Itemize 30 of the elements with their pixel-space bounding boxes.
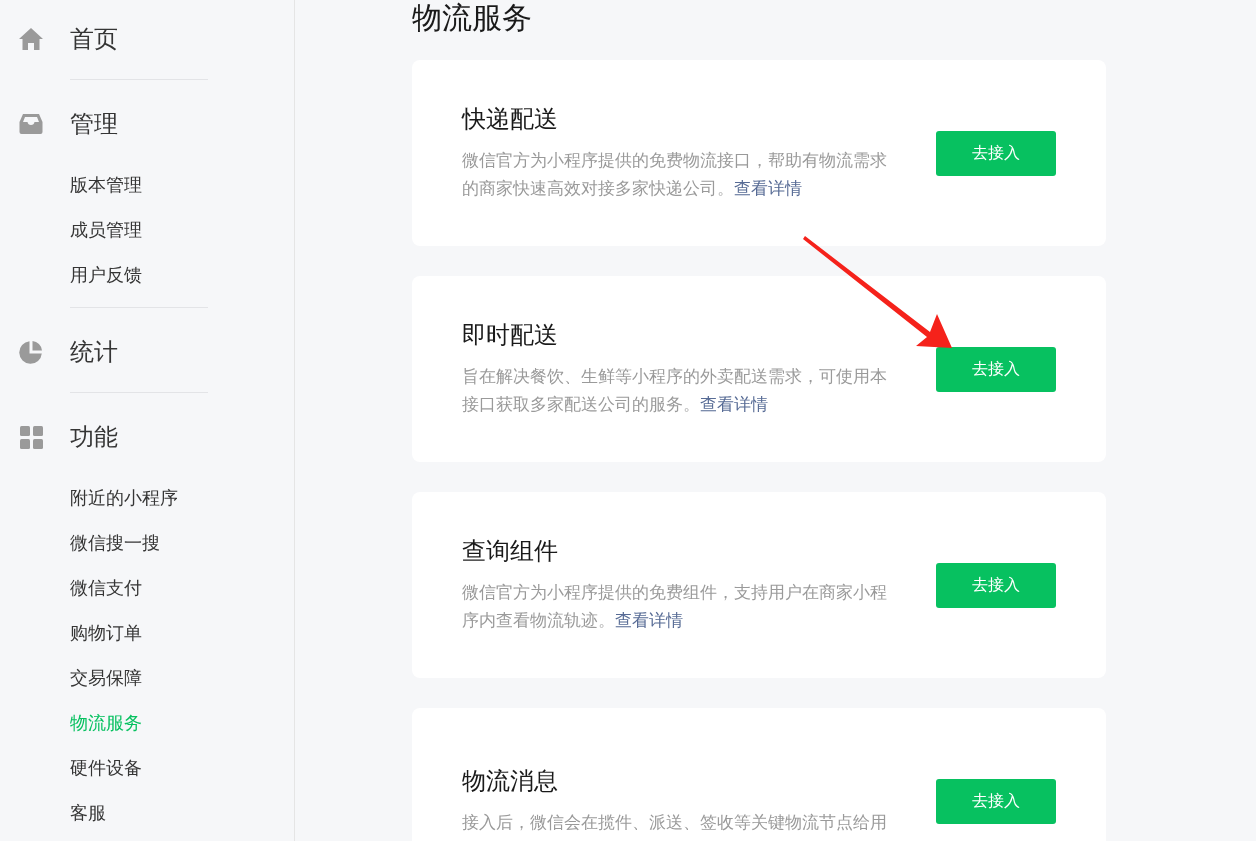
nav-item[interactable]: 微信支付 (70, 577, 142, 598)
service-title: 查询组件 (462, 536, 559, 566)
inbox-icon (19, 113, 43, 135)
nav-section-label[interactable]: 统计 (70, 336, 118, 368)
nav-item[interactable]: 交易保障 (70, 667, 142, 688)
service-description: 接入后，微信会在揽件、派送、签收等关键物流节点给用 (462, 811, 888, 834)
details-link[interactable]: 查看详情 (615, 610, 683, 630)
service-description: 旨在解决餐饮、生鲜等小程序的外卖配送需求，可使用本接口获取多家配送公司的服务。查看详情 (462, 365, 888, 416)
details-link[interactable]: 查看详情 (734, 178, 802, 198)
page-heading: 物流服务 (412, 0, 533, 36)
nav-item[interactable]: 版本管理 (70, 174, 142, 195)
home-icon (18, 27, 44, 51)
details-link[interactable]: 查看详情 (700, 394, 768, 414)
service-title: 物流消息 (462, 766, 559, 796)
nav-item[interactable]: 用户反馈 (70, 264, 142, 285)
nav-item[interactable]: 硬件设备 (70, 757, 142, 778)
nav-item[interactable]: 购物订单 (70, 622, 142, 643)
nav-item[interactable]: 附近的小程序 (70, 487, 178, 508)
grid-icon (19, 425, 43, 449)
nav-section-label[interactable]: 功能 (70, 421, 118, 453)
nav-section-label[interactable]: 首页 (70, 23, 118, 55)
nav-item[interactable]: 微信搜一搜 (70, 532, 160, 553)
service-title: 快递配送 (462, 104, 559, 134)
nav-section-label[interactable]: 管理 (70, 108, 118, 140)
nav-item[interactable]: 客服 (70, 802, 106, 823)
service-title: 即时配送 (462, 320, 559, 350)
service-description: 微信官方为小程序提供的免费物流接口，帮助有物流需求的商家快速高效对接多家快递公司。查看详情 (462, 149, 888, 200)
service-description: 微信官方为小程序提供的免费组件，支持用户在商家小程序内查看物流轨迹。查看详情 (462, 581, 888, 632)
pie-chart-icon (19, 340, 43, 364)
nav-item[interactable]: 成员管理 (70, 219, 142, 240)
